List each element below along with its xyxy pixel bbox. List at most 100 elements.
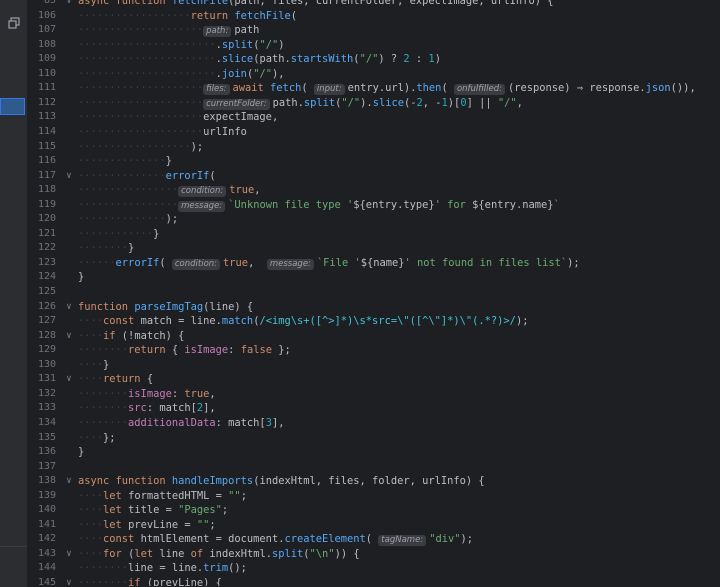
code-line[interactable]: 107 ···················· path: path — [28, 23, 720, 38]
code-line[interactable]: 110 ······················.join("/"), — [28, 67, 720, 81]
code-line[interactable]: 113 ····················expectImage, — [28, 110, 720, 124]
line-number: 127 — [37, 315, 56, 327]
code-line[interactable]: 139 ····let formattedHTML = ""; — [28, 489, 720, 503]
code-line[interactable]: 131 ∨ ····return { — [28, 372, 720, 386]
code-line[interactable]: 144 ········line = line.trim(); — [28, 561, 720, 575]
fold-chevron-icon[interactable]: ∨ — [64, 576, 74, 586]
code-line[interactable]: 130 ····} — [28, 358, 720, 372]
code-line[interactable]: 145 ∨ ········if (prevLine) { — [28, 576, 720, 586]
code-text: function parseImgTag(line) { — [78, 300, 254, 313]
code-text: ······················.slice(path.starts… — [78, 53, 441, 66]
code-line[interactable]: 109 ······················.slice(path.sta… — [28, 52, 720, 66]
code-line[interactable]: 143 ∨ ····for (let line of indexHtml.split… — [28, 547, 720, 561]
code-text: ····for (let line of indexHtml.split("\n… — [78, 547, 360, 560]
line-number: 117 — [37, 169, 56, 181]
code-text: ····const htmlElement = document.createE… — [78, 533, 473, 547]
line-number: 119 — [37, 198, 56, 210]
code-line[interactable]: 135 ····}; — [28, 431, 720, 445]
code-line[interactable]: 124} — [28, 270, 720, 284]
code-text: ····const match = line.match(/<img\s+([^… — [78, 315, 529, 328]
code-line[interactable]: 116 ··············} — [28, 154, 720, 168]
line-number: 125 — [37, 286, 56, 297]
code-text: ················ message: `Unknown file ty… — [78, 198, 560, 212]
code-line[interactable]: 118 ················ condition: true, — [28, 183, 720, 198]
code-text: } — [78, 446, 85, 459]
line-number: 145 — [37, 577, 56, 586]
code-line[interactable]: 140 ····let title = "Pages"; — [28, 503, 720, 517]
code-line[interactable]: 121 ············} — [28, 227, 720, 241]
code-line[interactable]: 85 ∨ async function fetchFile(path, files,… — [28, 0, 720, 8]
fold-chevron-icon[interactable]: ∨ — [64, 547, 74, 561]
code-text: ····let prevLine = ""; — [78, 518, 216, 531]
code-line[interactable]: 126 ∨ function parseImgTag(line) { — [28, 300, 720, 314]
fold-chevron-icon[interactable]: ∨ — [64, 169, 74, 183]
code-text: ··············errorIf( — [78, 169, 216, 182]
line-number: 128 — [37, 329, 56, 341]
sidebar-bottom-panel — [0, 546, 27, 587]
code-text: ········} — [78, 242, 135, 255]
line-number: 137 — [37, 460, 56, 472]
line-number: 130 — [37, 358, 56, 370]
line-number: 118 — [37, 184, 56, 196]
selected-tree-item[interactable] — [0, 98, 25, 115]
line-number: 112 — [37, 96, 56, 108]
code-editor[interactable]: 85 ∨ async function fetchFile(path, files,… — [28, 0, 720, 586]
code-line[interactable]: 114 ····················urlInfo — [28, 125, 720, 139]
line-number: 138 — [37, 475, 56, 487]
code-line[interactable]: 119 ················ message: `Unknown file… — [28, 198, 720, 212]
code-line[interactable]: 142 ····const htmlElement = document.crea… — [28, 532, 720, 547]
fold-chevron-icon[interactable]: ∨ — [64, 300, 74, 314]
line-number: 141 — [37, 518, 56, 530]
fold-chevron-icon[interactable]: ∨ — [64, 0, 74, 8]
line-number: 106 — [37, 9, 56, 21]
line-number: 143 — [37, 547, 56, 559]
line-number: 144 — [37, 562, 56, 574]
code-line[interactable]: 141 ····let prevLine = ""; — [28, 518, 720, 532]
code-line[interactable]: 106 ··················return fetchFile( — [28, 9, 720, 23]
code-line[interactable]: 134 ········additionalData: match[3], — [28, 416, 720, 430]
line-number: 129 — [37, 344, 56, 356]
code-text: ········additionalData: match[3], — [78, 416, 285, 429]
code-text: ····let formattedHTML = ""; — [78, 489, 247, 502]
line-number: 115 — [37, 140, 56, 152]
line-number: 124 — [37, 271, 56, 283]
code-line[interactable]: 120 ··············); — [28, 212, 720, 226]
restore-window-icon[interactable] — [8, 14, 20, 29]
code-line[interactable]: 122 ········} — [28, 241, 720, 255]
code-line[interactable]: 138 ∨ async function handleImports(indexHt… — [28, 474, 720, 488]
code-line[interactable]: 129 ········return { isImage: false }; — [28, 343, 720, 357]
line-number: 108 — [37, 38, 56, 50]
line-number: 114 — [37, 125, 56, 137]
fold-chevron-icon[interactable]: ∨ — [64, 474, 74, 488]
code-line[interactable]: 127 ····const match = line.match(/<img\s+… — [28, 314, 720, 328]
code-text: async function fetchFile(path, files, cu… — [78, 0, 554, 7]
code-text: ··················return fetchFile( — [78, 9, 297, 22]
line-number: 140 — [37, 504, 56, 516]
line-number: 120 — [37, 213, 56, 225]
code-line[interactable]: 125 — [28, 285, 720, 299]
code-line[interactable]: 137 — [28, 460, 720, 474]
code-text: } — [78, 271, 85, 284]
code-text: ····let title = "Pages"; — [78, 504, 229, 517]
code-line[interactable]: 123 ······errorIf( condition: true, messag… — [28, 256, 720, 270]
code-text: ····················urlInfo — [78, 125, 247, 138]
code-line[interactable]: 136} — [28, 445, 720, 459]
fold-chevron-icon[interactable]: ∨ — [64, 372, 74, 386]
code-line[interactable]: 115 ··················); — [28, 140, 720, 154]
code-line[interactable]: 111 ···················· files: await fetch… — [28, 81, 720, 96]
code-text: ········if (prevLine) { — [78, 577, 222, 586]
code-line[interactable]: 117 ∨ ··············errorIf( — [28, 169, 720, 183]
code-text: ······················.split("/") — [78, 38, 285, 51]
fold-chevron-icon[interactable]: ∨ — [64, 329, 74, 343]
line-number: 85 — [43, 0, 56, 6]
code-text: ···················· currentFolder: path.s… — [78, 96, 523, 110]
line-number: 132 — [37, 387, 56, 399]
code-line[interactable]: 133 ········src: match[2], — [28, 401, 720, 415]
code-line[interactable]: 112 ···················· currentFolder: pat… — [28, 96, 720, 110]
line-number: 131 — [37, 373, 56, 385]
code-line[interactable]: 132 ········isImage: true, — [28, 387, 720, 401]
code-line[interactable]: 128 ∨ ····if (!match) { — [28, 329, 720, 343]
code-line[interactable]: 108 ······················.split("/") — [28, 38, 720, 52]
line-number: 109 — [37, 53, 56, 65]
line-number: 134 — [37, 416, 56, 428]
